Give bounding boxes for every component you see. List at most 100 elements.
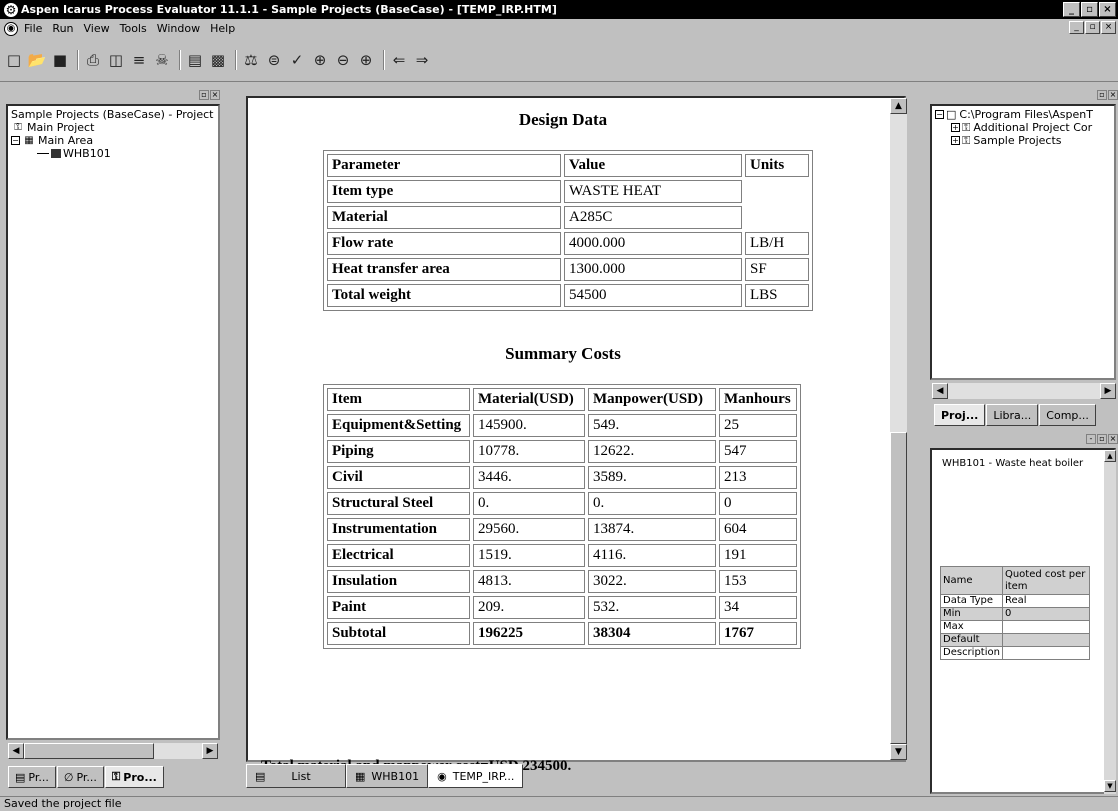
- scroll-left-icon[interactable]: ◀: [8, 742, 24, 759]
- tab-palette[interactable]: ∅ Pr...: [56, 766, 104, 788]
- left-pane-controls: ▫ ×: [180, 90, 220, 102]
- folder-icon: □: [946, 108, 957, 121]
- prop-pane-minimize-button[interactable]: -: [1086, 434, 1096, 444]
- split-icon[interactable]: ☠: [152, 50, 172, 70]
- evaluate-icon[interactable]: ⊜: [264, 50, 284, 70]
- scroll-right-icon[interactable]: ▶: [202, 742, 218, 759]
- menu-help[interactable]: Help: [210, 22, 235, 35]
- scroll-up-icon[interactable]: ▲: [1104, 450, 1116, 462]
- report-icon[interactable]: ▤: [185, 50, 205, 70]
- document-icon[interactable]: ◉: [4, 21, 18, 36]
- run-icon[interactable]: ⚖: [241, 50, 261, 70]
- copy-icon[interactable]: ◫: [106, 50, 126, 70]
- left-pane-restore-button[interactable]: ▫: [199, 90, 209, 100]
- properties-vscrollbar[interactable]: ▲ ▼: [1104, 450, 1116, 794]
- prop-value[interactable]: [1001, 646, 1091, 660]
- right-hscrollbar[interactable]: ◀ ▶: [932, 382, 1116, 399]
- menu-tools[interactable]: Tools: [120, 22, 147, 35]
- prop-key: Data Type: [940, 594, 1003, 608]
- prop-pane-restore-button[interactable]: ▫: [1097, 434, 1107, 444]
- prop-pane-close-button[interactable]: ×: [1108, 434, 1118, 444]
- scroll-left-icon[interactable]: ◀: [932, 382, 948, 399]
- prop-value[interactable]: Real: [1001, 594, 1091, 608]
- tree-main-project[interactable]: ⚿ Main Project: [11, 121, 215, 134]
- scroll-right-icon[interactable]: ▶: [1100, 382, 1116, 399]
- menu-run[interactable]: Run: [52, 22, 73, 35]
- save-icon[interactable]: ■: [50, 50, 70, 70]
- manpower-cell: 4116.: [588, 544, 716, 567]
- tab-temp-irp[interactable]: ◉ TEMP_IRP...: [428, 764, 524, 788]
- tab-whb101[interactable]: ▦ WHB101: [346, 764, 429, 788]
- tab-properties[interactable]: ▤ Pr...: [8, 766, 56, 788]
- tab-libra[interactable]: Libra...: [986, 404, 1039, 426]
- doc-close-button[interactable]: ×: [1101, 21, 1116, 34]
- document-vscrollbar[interactable]: ▲ ▼: [890, 98, 907, 760]
- left-tabs: ▤ Pr... ∅ Pr... ⚿ Pro...: [8, 766, 165, 788]
- scroll-down-icon[interactable]: ▼: [1104, 780, 1116, 792]
- tab-comp[interactable]: Comp...: [1039, 404, 1096, 426]
- check-icon[interactable]: ✓: [287, 50, 307, 70]
- tree-root[interactable]: Sample Projects (BaseCase) - Project: [11, 108, 215, 121]
- scroll-thumb[interactable]: [890, 432, 907, 744]
- tab-proj[interactable]: Proj...: [934, 404, 986, 426]
- minimize-button[interactable]: _: [1063, 2, 1080, 17]
- right-tabs: Proj... Libra... Comp...: [934, 404, 1097, 426]
- expand-icon[interactable]: +: [951, 123, 960, 132]
- target-icon[interactable]: ⊕: [356, 50, 376, 70]
- tab-project[interactable]: ⚿ Pro...: [104, 766, 164, 788]
- zoom-in-icon[interactable]: ⊕: [310, 50, 330, 70]
- prop-value[interactable]: [1001, 633, 1091, 647]
- scroll-up-icon[interactable]: ▲: [890, 98, 907, 114]
- tree-sample-projects[interactable]: + ⚿ Sample Projects: [935, 134, 1111, 147]
- menu-window[interactable]: Window: [157, 22, 200, 35]
- prop-row[interactable]: Max: [940, 620, 1091, 634]
- forward-icon[interactable]: ⇒: [412, 50, 432, 70]
- back-icon[interactable]: ⇐: [389, 50, 409, 70]
- scroll-thumb[interactable]: [24, 742, 154, 759]
- left-pane-close-button[interactable]: ×: [210, 90, 220, 100]
- prop-row[interactable]: Min 0: [940, 607, 1091, 621]
- open-icon[interactable]: 📂: [27, 50, 47, 70]
- tree-item-whb101[interactable]: WHB101: [11, 147, 215, 160]
- prop-value[interactable]: 0: [1001, 607, 1091, 621]
- chart-icon[interactable]: ▩: [208, 50, 228, 70]
- header-item: Item: [327, 388, 470, 411]
- expand-icon[interactable]: +: [951, 136, 960, 145]
- project-explorer: Sample Projects (BaseCase) - Project ⚿ Ma…: [6, 104, 220, 740]
- right-pane-close-button[interactable]: ×: [1108, 90, 1118, 100]
- zoom-out-icon[interactable]: ⊖: [333, 50, 353, 70]
- prop-row[interactable]: Default: [940, 633, 1091, 647]
- collapse-icon[interactable]: −: [11, 136, 20, 145]
- prop-row[interactable]: Description: [940, 646, 1091, 660]
- scroll-down-icon[interactable]: ▼: [890, 744, 907, 760]
- left-hscrollbar[interactable]: ◀ ▶: [8, 742, 218, 759]
- tree-main-area[interactable]: − ▦ Main Area: [11, 134, 215, 147]
- table-row: Paint 209. 532. 34: [327, 596, 797, 619]
- table-row: Electrical 1519. 4116. 191: [327, 544, 797, 567]
- tree-root-path[interactable]: − □ C:\Program Files\AspenT: [935, 108, 1111, 121]
- browser-icon: ◉: [437, 769, 447, 783]
- maximize-button[interactable]: ▫: [1081, 2, 1098, 17]
- manpower-cell: 13874.: [588, 518, 716, 541]
- close-button[interactable]: ×: [1099, 2, 1116, 17]
- tab-list[interactable]: ▤ List: [246, 764, 346, 788]
- doc-minimize-button[interactable]: _: [1069, 21, 1084, 34]
- right-top-pane-controls: ▫ ×: [1090, 90, 1118, 102]
- menu-file[interactable]: File: [24, 22, 42, 35]
- prop-key: Name: [940, 566, 1003, 595]
- tree-icon[interactable]: ≡: [129, 50, 149, 70]
- prop-value[interactable]: [1001, 620, 1091, 634]
- manhours-cell: 191: [719, 544, 797, 567]
- value-cell: WASTE HEAT: [564, 180, 742, 203]
- collapse-icon[interactable]: −: [935, 110, 944, 119]
- table-header-row: Parameter Value Units: [327, 154, 809, 177]
- right-pane-restore-button[interactable]: ▫: [1097, 90, 1107, 100]
- doc-restore-button[interactable]: ▫: [1085, 21, 1100, 34]
- print-icon[interactable]: ⎙: [83, 50, 103, 70]
- path-label: C:\Program Files\AspenT: [959, 108, 1093, 121]
- new-icon[interactable]: □: [4, 50, 24, 70]
- prop-row[interactable]: Data Type Real: [940, 594, 1091, 608]
- tree-additional-project[interactable]: + ⚿ Additional Project Cor: [935, 121, 1111, 134]
- menu-view[interactable]: View: [84, 22, 110, 35]
- header-manpower: Manpower(USD): [588, 388, 716, 411]
